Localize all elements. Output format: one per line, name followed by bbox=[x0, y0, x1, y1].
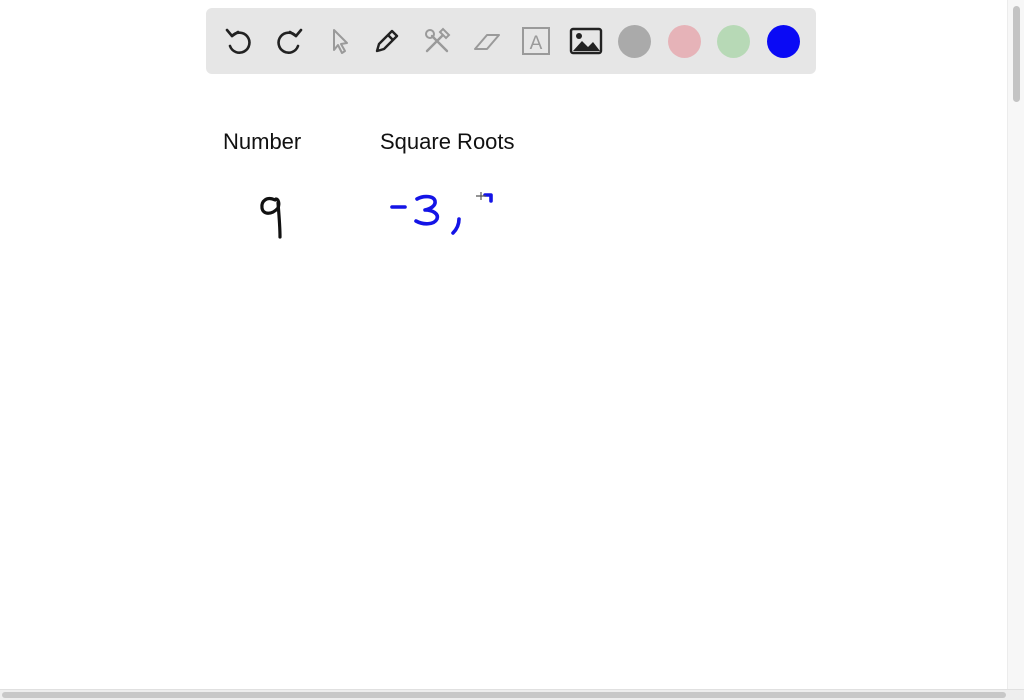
square-roots-column-header: Square Roots bbox=[380, 129, 515, 154]
undo-button[interactable] bbox=[222, 24, 256, 58]
tools-icon bbox=[425, 27, 451, 53]
text-icon: A bbox=[522, 27, 550, 55]
tools-button[interactable] bbox=[420, 24, 454, 58]
text-tool-button[interactable]: A bbox=[519, 24, 553, 58]
eraser-icon bbox=[474, 34, 500, 50]
redo-button[interactable] bbox=[272, 24, 306, 58]
eraser-tool-button[interactable] bbox=[470, 24, 504, 58]
vertical-scroll-thumb[interactable] bbox=[1013, 6, 1020, 102]
select-tool-button[interactable] bbox=[322, 24, 356, 58]
image-icon bbox=[569, 27, 603, 55]
redo-icon bbox=[277, 28, 303, 54]
pen-icon bbox=[375, 29, 399, 53]
image-tool-button[interactable] bbox=[569, 24, 603, 58]
color-swatch-blue[interactable] bbox=[767, 25, 800, 58]
vertical-scrollbar[interactable] bbox=[1007, 0, 1024, 690]
pointer-icon bbox=[333, 29, 348, 54]
drawing-canvas[interactable] bbox=[0, 80, 1008, 690]
color-swatch-gray[interactable] bbox=[618, 25, 651, 58]
color-swatch-green[interactable] bbox=[717, 25, 750, 58]
color-swatch-pink[interactable] bbox=[668, 25, 701, 58]
horizontal-scroll-thumb[interactable] bbox=[2, 692, 1006, 698]
horizontal-scrollbar[interactable] bbox=[0, 689, 1024, 700]
drawing-toolbar: A bbox=[206, 8, 816, 74]
number-column-header: Number bbox=[223, 129, 302, 154]
pen-tool-button[interactable] bbox=[370, 24, 404, 58]
undo-icon bbox=[225, 28, 251, 54]
text-icon-glyph: A bbox=[530, 33, 543, 54]
